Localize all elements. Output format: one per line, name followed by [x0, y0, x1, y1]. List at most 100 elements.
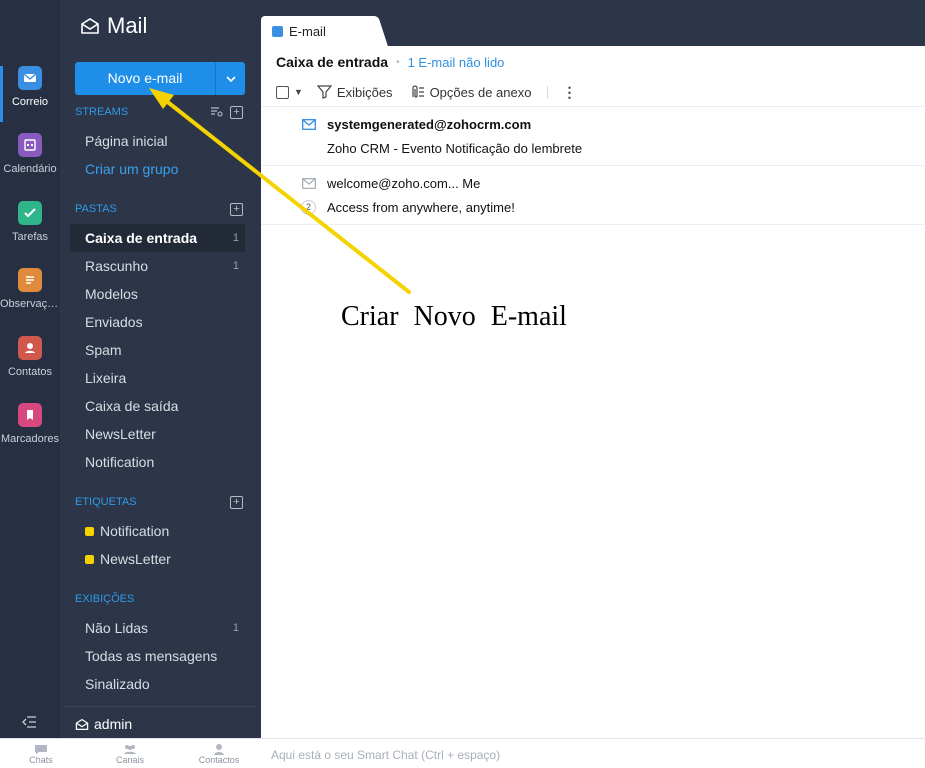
folder-item-templates[interactable]: Modelos [70, 280, 245, 308]
account-switcher[interactable]: admin [75, 714, 132, 734]
streams-section-header: STREAMS + [75, 106, 245, 122]
app-rail: Correio Calendário Tarefas Observações C… [0, 0, 60, 738]
separator-dot: • [396, 56, 400, 68]
divider [261, 224, 925, 225]
chats-label: Chats [29, 755, 53, 765]
contact-icon [18, 336, 42, 360]
mail-row[interactable]: welcome@zoho.com... Me 2 Access from any… [261, 166, 925, 224]
view-label: Não Lidas [85, 620, 149, 636]
folder-label: Caixa de entrada [85, 230, 198, 246]
new-email-button[interactable]: Novo e-mail [75, 62, 215, 95]
tab-email[interactable]: E-mail [261, 16, 375, 46]
rail-item-tarefas[interactable]: Tarefas [0, 201, 60, 263]
mail-subject: Zoho CRM - Evento Notificação do lembret… [327, 141, 583, 156]
read-envelope-icon [302, 178, 316, 189]
mail-row[interactable]: systemgenerated@zohocrm.com Zoho CRM - E… [261, 107, 925, 165]
tag-color-dot [85, 527, 94, 536]
app-title: Mail [80, 12, 147, 40]
account-name: admin [94, 716, 133, 732]
folder-item-trash[interactable]: Lixeira [70, 364, 245, 392]
rail-item-observacoes[interactable]: Observações [0, 268, 60, 330]
select-options-chevron-icon[interactable]: ▼ [294, 87, 303, 97]
tab-strip: E-mail [261, 0, 925, 46]
add-stream-icon[interactable]: + [230, 106, 243, 119]
rail-label: Observações [0, 298, 60, 310]
contacts-button[interactable]: Contactos [189, 743, 249, 765]
folder-item-notification[interactable]: Notification [70, 448, 245, 476]
chat-icon [35, 745, 47, 754]
contacts-icon [214, 744, 224, 755]
tag-color-dot [85, 555, 94, 564]
mail-list-pane: Caixa de entrada • 1 E-mail não lido ▼ E… [261, 46, 925, 738]
views-section-header: EXIBIÇÕES [75, 593, 245, 609]
views-button[interactable]: Exibições [316, 84, 393, 100]
folder-item-sent[interactable]: Enviados [70, 308, 245, 336]
add-folder-icon[interactable]: + [230, 203, 243, 216]
folder-item-inbox[interactable]: Caixa de entrada 1 [70, 224, 245, 252]
views-label: Exibições [336, 84, 393, 100]
divider [65, 706, 255, 707]
attachment-options-button[interactable]: Opções de anexo [409, 85, 531, 100]
rail-label: Tarefas [11, 231, 49, 243]
contacts-label: Contactos [198, 755, 240, 765]
toolbar-divider [547, 85, 549, 99]
section-title: ETIQUETAS [75, 496, 137, 508]
channels-button[interactable]: Canais [100, 743, 160, 765]
compose-options-button[interactable] [215, 62, 245, 95]
mail-toolbar: ▼ Exibições Opções de anexo ⋮ [276, 82, 576, 102]
view-item-unread[interactable]: Não Lidas 1 [70, 614, 245, 642]
rail-label: Marcadores [0, 433, 60, 445]
breadcrumb: Caixa de entrada • 1 E-mail não lido [276, 54, 504, 70]
chevron-down-icon [225, 75, 236, 82]
stream-filter-icon[interactable] [210, 106, 223, 120]
rail-item-correio[interactable]: Correio [0, 66, 60, 128]
annotation-label: Criar Novo E-mail [341, 301, 567, 332]
folder-sidebar: Mail Novo e-mail STREAMS + Página inicia… [60, 0, 261, 738]
more-options-icon[interactable]: ⋮ [562, 84, 576, 101]
tags-section-header: ETIQUETAS + [75, 496, 245, 512]
folder-item-outbox[interactable]: Caixa de saída [70, 392, 245, 420]
smart-chat-input[interactable]: Aqui está o seu Smart Chat (Ctrl + espaç… [261, 738, 925, 768]
rail-item-contatos[interactable]: Contatos [0, 336, 60, 398]
tag-item-notification[interactable]: Notification [70, 517, 245, 545]
folder-item-drafts[interactable]: Rascunho 1 [70, 252, 245, 280]
rail-label: Correio [11, 96, 49, 108]
mail-subject: Access from anywhere, anytime! [327, 200, 515, 215]
tab-label: E-mail [289, 23, 326, 39]
mail-icon [272, 25, 283, 37]
thread-count-badge: 2 [301, 200, 316, 215]
rail-item-marcadores[interactable]: Marcadores [0, 403, 60, 465]
tag-item-newsletter[interactable]: NewsLetter [70, 545, 245, 573]
unread-count: 1 [232, 622, 239, 634]
bookmark-icon [18, 403, 42, 427]
add-tag-icon[interactable]: + [230, 496, 243, 509]
app-title-text: Mail [107, 13, 148, 38]
select-all-checkbox[interactable] [276, 85, 289, 99]
unread-count: 1 [232, 260, 239, 272]
tag-label: NewsLetter [100, 551, 171, 567]
tag-label: Notification [100, 523, 170, 539]
notes-icon [18, 268, 42, 292]
section-title: STREAMS [75, 106, 129, 118]
unread-envelope-icon [302, 119, 316, 130]
attachment-icon [411, 85, 424, 98]
unread-filter-link[interactable]: 1 E-mail não lido [408, 55, 505, 70]
create-group-link[interactable]: Criar um grupo [70, 155, 245, 183]
folder-label: Rascunho [85, 258, 149, 274]
section-title: EXIBIÇÕES [75, 593, 135, 605]
mail-icon [18, 66, 42, 90]
view-item-all-messages[interactable]: Todas as mensagens [70, 642, 245, 670]
section-title: PASTAS [75, 203, 117, 215]
collapse-sidebar-icon[interactable] [22, 716, 36, 731]
stream-item-home[interactable]: Página inicial [70, 127, 245, 155]
compose-button-group: Novo e-mail [75, 62, 245, 95]
folder-item-spam[interactable]: Spam [70, 336, 245, 364]
mail-sender: welcome@zoho.com... Me [327, 176, 481, 191]
view-item-flagged[interactable]: Sinalizado [70, 670, 245, 698]
folder-item-newsletter[interactable]: NewsLetter [70, 420, 245, 448]
folders-section-header: PASTAS + [75, 203, 245, 219]
chats-button[interactable]: Chats [11, 743, 71, 765]
mailbox-icon [75, 718, 89, 730]
calendar-icon [18, 133, 42, 157]
rail-item-calendario[interactable]: Calendário [0, 133, 60, 195]
